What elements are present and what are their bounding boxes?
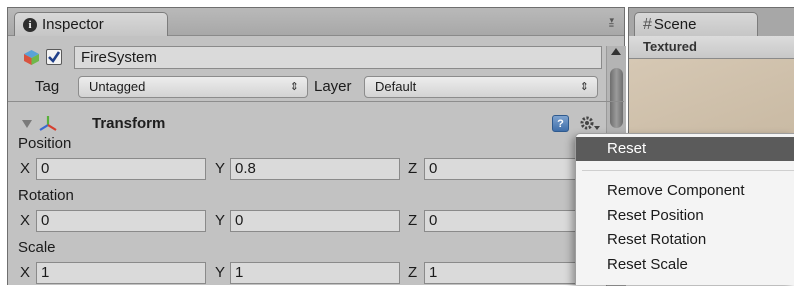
rotation-z-field[interactable]: 0 <box>424 210 594 232</box>
tag-dropdown-value: Untagged <box>89 79 146 94</box>
menu-item-reset[interactable]: Reset <box>576 137 794 161</box>
position-z-axis-label: Z <box>408 160 418 177</box>
tag-dropdown[interactable]: Untagged ⇕ <box>78 76 308 98</box>
divider <box>8 101 624 102</box>
inspector-tab-label: Inspector <box>42 16 104 33</box>
gameobject-cube-icon <box>24 50 39 65</box>
rotation-y-field[interactable]: 0 <box>230 210 400 232</box>
hash-icon: # <box>643 15 652 33</box>
scale-y-axis-label: Y <box>215 264 226 281</box>
foldout-arrow-icon[interactable] <box>22 120 32 128</box>
help-icon[interactable]: ? <box>552 115 569 132</box>
layer-label: Layer <box>314 78 352 95</box>
scroll-up-arrow-icon[interactable] <box>611 48 621 55</box>
shading-mode-dropdown[interactable]: Textured <box>643 39 697 54</box>
menu-item-reset-rotation[interactable]: Reset Rotation <box>576 228 794 252</box>
active-checkbox[interactable] <box>46 49 62 65</box>
layer-dropdown[interactable]: Default ⇕ <box>364 76 598 98</box>
tab-inspector[interactable]: i Inspector <box>14 12 168 36</box>
position-x-field[interactable]: 0 <box>36 158 206 180</box>
dropdown-arrow-icon: ⇕ <box>579 81 589 93</box>
gameobject-name-field[interactable]: FireSystem <box>74 46 602 69</box>
position-label: Position <box>18 135 72 152</box>
transform-axes-icon <box>39 116 57 131</box>
inspector-panel: i Inspector ▾ ≡ FireSystem Tag Untagged ⇕… <box>7 7 626 286</box>
rotation-label: Rotation <box>18 187 74 204</box>
scale-label: Scale <box>18 239 56 256</box>
layer-dropdown-value: Default <box>375 79 417 94</box>
rotation-x-field[interactable]: 0 <box>36 210 206 232</box>
scale-z-axis-label: Z <box>408 264 418 281</box>
scale-y-field[interactable]: 1 <box>230 262 400 284</box>
menu-item-reset-scale[interactable]: Reset Scale <box>576 253 794 277</box>
menu-item-reset-position[interactable]: Reset Position <box>576 204 794 228</box>
dropdown-arrow-icon: ⇕ <box>289 81 299 93</box>
position-y-axis-label: Y <box>215 160 226 177</box>
position-z-field[interactable]: 0 <box>424 158 594 180</box>
panel-menu-icon[interactable]: ▾ ≡ <box>596 16 614 30</box>
rotation-x-axis-label: X <box>20 212 31 229</box>
position-y-field[interactable]: 0.8 <box>230 158 400 180</box>
menu-separator <box>582 170 794 171</box>
scene-tab-label: Scene <box>653 16 697 33</box>
context-menu: Reset Remove Component Reset Position Re… <box>575 133 794 285</box>
inspector-tab-bar: i Inspector ▾ ≡ <box>8 8 624 36</box>
checkbox-check-icon <box>48 51 61 64</box>
tab-scene[interactable]: # Scene <box>634 12 758 36</box>
rotation-y-axis-label: Y <box>215 212 226 229</box>
rotation-z-axis-label: Z <box>408 212 418 229</box>
scale-z-field[interactable]: 1 <box>424 262 594 284</box>
transform-title: Transform <box>92 115 166 132</box>
scale-x-axis-label: X <box>20 264 31 281</box>
scroll-thumb[interactable] <box>610 68 623 128</box>
scale-x-field[interactable]: 1 <box>36 262 206 284</box>
menu-item-remove-component[interactable]: Remove Component <box>576 179 794 203</box>
info-icon: i <box>23 17 37 32</box>
position-x-axis-label: X <box>20 160 31 177</box>
gear-icon[interactable] <box>579 114 601 134</box>
tag-label: Tag <box>35 78 60 95</box>
unity-editor-window: i Inspector ▾ ≡ FireSystem Tag Untagged ⇕… <box>0 0 794 286</box>
scene-toolbar: Textured <box>629 36 794 59</box>
